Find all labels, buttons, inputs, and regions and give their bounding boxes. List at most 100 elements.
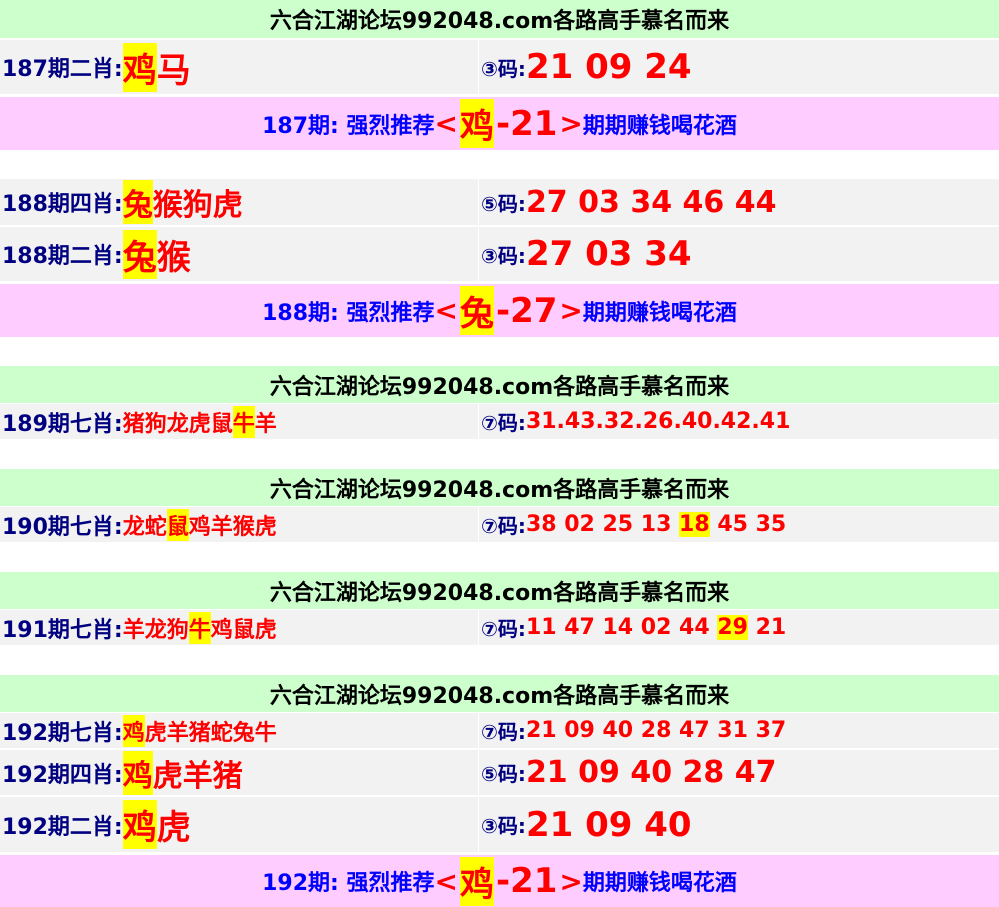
forum-header: 六合江湖论坛992048.com各路高手慕名而来 — [0, 675, 999, 712]
recommend-number: -21 — [495, 103, 558, 144]
number-list: 31.43.32.26.40.42.41 — [525, 409, 791, 434]
zodiac-list: 虎羊猪 — [152, 758, 243, 794]
zodiac-list-tail: 鸡鼠虎 — [210, 617, 277, 643]
zodiac-cell: 188期二肖: 兔猴 — [0, 227, 479, 281]
prediction-row: 189期七肖: 猪狗龙虎鼠牛羊 ⑦码: 31.43.32.26.40.42.41 — [0, 404, 999, 439]
zodiac-list: 龙蛇 — [122, 514, 167, 540]
forum-header: 六合江湖论坛992048.com各路高手慕名而来 — [0, 0, 999, 38]
recommend-number: -21 — [495, 861, 558, 901]
prediction-row: 192期四肖: 鸡虎羊猪 ⑤码: 21 09 40 28 47 — [0, 750, 999, 795]
zodiac-highlight: 兔 — [122, 180, 153, 224]
number-cell: ⑦码: 38 02 25 13 18 45 35 — [479, 507, 999, 542]
number-count-label: ⑦码: — [481, 617, 526, 641]
number-count-label: ③码: — [481, 814, 526, 838]
zodiac-cell: 192期四肖: 鸡虎羊猪 — [0, 750, 479, 795]
number-cell: ⑦码: 11 47 14 02 44 29 21 — [479, 610, 999, 645]
period-label: 187期二肖: — [2, 57, 123, 82]
number-list: 21 09 40 28 47 31 37 — [525, 718, 787, 743]
number-count-label: ⑤码: — [481, 762, 526, 786]
forum-title: 六合江湖论坛992048.com各路高手慕名而来 — [269, 580, 730, 606]
zodiac-highlight: 鸡 — [122, 42, 157, 92]
zodiac-cell: 188期四肖: 兔猴狗虎 — [0, 179, 479, 225]
zodiac-cell: 192期七肖: 鸡虎羊猪蛇兔牛 — [0, 713, 479, 748]
period-label: 188期四肖: — [2, 192, 123, 217]
zodiac-list: 猴 — [156, 237, 191, 278]
number-count-label: ⑤码: — [481, 191, 526, 216]
zodiac-cell: 191期七肖: 羊龙狗牛鸡鼠虎 — [0, 610, 479, 645]
recommend-banner: 192期: 强烈推荐 < 鸡 -21 > 期期赚钱喝花酒 — [0, 855, 999, 907]
prediction-row: 188期四肖: 兔猴狗虎 ⑤码: 27 03 34 46 44 — [0, 179, 999, 225]
number-cell: ③码: 21 09 40 — [479, 797, 999, 852]
period-label: 188期二肖: — [2, 244, 123, 269]
period-label: 192期二肖: — [2, 814, 123, 840]
recommend-suffix: 期期赚钱喝花酒 — [582, 300, 737, 326]
bracket-open: < — [434, 107, 458, 140]
zodiac-list: 马 — [156, 50, 191, 91]
period-label: 191期七肖: — [2, 617, 123, 643]
zodiac-list: 羊龙狗 — [122, 617, 189, 643]
number-list: 38 02 25 13 — [525, 512, 680, 537]
zodiac-list: 猴狗虎 — [152, 188, 243, 223]
recommend-zodiac: 鸡 — [459, 856, 494, 906]
prediction-row: 188期二肖: 兔猴 ③码: 27 03 34 — [0, 227, 999, 281]
recommend-zodiac: 兔 — [459, 286, 494, 335]
recommend-banner: 188期: 强烈推荐 < 兔 -27 > 期期赚钱喝花酒 — [0, 284, 999, 337]
recommend-number: -27 — [495, 290, 558, 331]
forum-header: 六合江湖论坛992048.com各路高手慕名而来 — [0, 366, 999, 403]
period-label: 192期四肖: — [2, 762, 123, 788]
zodiac-list: 虎羊猪蛇兔牛 — [144, 720, 277, 746]
bracket-open: < — [434, 864, 458, 898]
zodiac-highlight: 鼠 — [166, 508, 189, 541]
number-cell: ⑤码: 27 03 34 46 44 — [479, 179, 999, 225]
zodiac-highlight: 牛 — [232, 405, 255, 438]
zodiac-highlight: 鸡 — [122, 800, 157, 849]
zodiac-cell: 187期二肖: 鸡马 — [0, 40, 479, 94]
forum-title: 六合江湖论坛992048.com各路高手慕名而来 — [269, 683, 730, 709]
period-label: 189期七肖: — [2, 411, 123, 437]
prediction-row: 187期二肖: 鸡马 ③码: 21 09 24 — [0, 40, 999, 94]
number-cell: ③码: 21 09 24 — [479, 40, 999, 94]
period-label: 192期七肖: — [2, 720, 123, 746]
forum-header: 六合江湖论坛992048.com各路高手慕名而来 — [0, 572, 999, 609]
zodiac-cell: 192期二肖: 鸡虎 — [0, 797, 479, 852]
bracket-close: > — [559, 864, 583, 898]
recommend-zodiac: 鸡 — [459, 99, 494, 148]
number-list: 21 09 40 28 47 — [525, 755, 777, 790]
zodiac-highlight: 兔 — [122, 229, 157, 279]
zodiac-list: 猪狗龙虎鼠 — [122, 411, 233, 437]
zodiac-list-tail: 羊 — [254, 411, 277, 437]
bracket-close: > — [559, 107, 583, 140]
number-count-label: ⑦码: — [481, 514, 526, 538]
forum-title: 六合江湖论坛992048.com各路高手慕名而来 — [269, 374, 730, 400]
recommend-suffix: 期期赚钱喝花酒 — [582, 871, 737, 896]
zodiac-highlight: 牛 — [188, 611, 211, 644]
forum-title: 六合江湖论坛992048.com各路高手慕名而来 — [269, 9, 730, 34]
number-cell: ⑦码: 21 09 40 28 47 31 37 — [479, 713, 999, 748]
bracket-close: > — [559, 294, 583, 327]
forum-header: 六合江湖论坛992048.com各路高手慕名而来 — [0, 469, 999, 506]
bracket-open: < — [434, 294, 458, 327]
number-count-label: ⑦码: — [481, 720, 526, 744]
number-list-tail: 21 — [747, 615, 787, 640]
number-highlight: 29 — [717, 615, 748, 640]
number-list: 21 09 24 — [525, 47, 692, 87]
zodiac-list-tail: 鸡羊猴虎 — [188, 514, 277, 540]
number-highlight: 18 — [679, 512, 710, 537]
forum-title: 六合江湖论坛992048.com各路高手慕名而来 — [269, 477, 730, 503]
period-label: 190期七肖: — [2, 514, 123, 540]
recommend-prefix: 187期: 强烈推荐 — [262, 113, 435, 139]
number-list: 21 09 40 — [525, 804, 692, 845]
zodiac-cell: 190期七肖: 龙蛇鼠鸡羊猴虎 — [0, 507, 479, 542]
number-list: 11 47 14 02 44 — [525, 615, 718, 640]
number-cell: ③码: 27 03 34 — [479, 227, 999, 281]
prediction-row: 192期二肖: 鸡虎 ③码: 21 09 40 — [0, 797, 999, 852]
prediction-row: 192期七肖: 鸡虎羊猪蛇兔牛 ⑦码: 21 09 40 28 47 31 37 — [0, 713, 999, 748]
recommend-prefix: 192期: 强烈推荐 — [262, 871, 435, 896]
prediction-row: 190期七肖: 龙蛇鼠鸡羊猴虎 ⑦码: 38 02 25 13 18 45 35 — [0, 507, 999, 542]
recommend-prefix: 188期: 强烈推荐 — [262, 300, 435, 326]
recommend-suffix: 期期赚钱喝花酒 — [582, 113, 737, 139]
prediction-row: 191期七肖: 羊龙狗牛鸡鼠虎 ⑦码: 11 47 14 02 44 29 21 — [0, 610, 999, 645]
zodiac-highlight: 鸡 — [122, 714, 145, 747]
number-cell: ⑤码: 21 09 40 28 47 — [479, 750, 999, 795]
zodiac-highlight: 鸡 — [122, 750, 153, 795]
